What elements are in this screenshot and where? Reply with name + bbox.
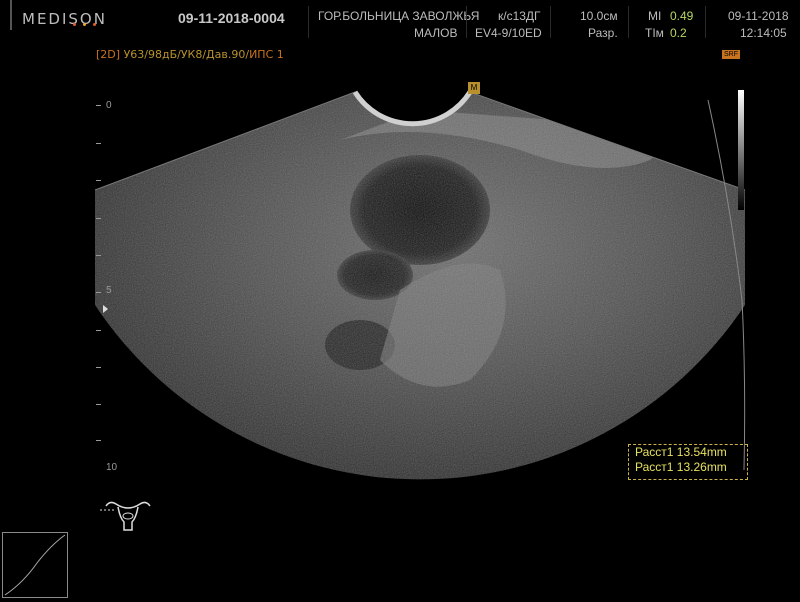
speckle-noise	[95, 92, 745, 480]
focus-depth-marker	[103, 305, 108, 313]
ruler-tick	[96, 143, 101, 144]
ruler-tick	[96, 404, 101, 405]
grayscale-bar	[738, 90, 744, 210]
ruler-tick	[96, 105, 101, 106]
ruler-label-5: 5	[106, 285, 112, 296]
ruler-tick	[96, 292, 101, 293]
depth-ruler: 0 5 10	[96, 100, 126, 480]
ruler-tick	[96, 367, 101, 368]
focus-marker: M	[468, 82, 480, 94]
ruler-tick	[96, 330, 101, 331]
uterus-icon	[100, 501, 151, 531]
measurement-box: Расст1 13.54mm Расст1 13.26mm	[628, 444, 748, 480]
ruler-tick	[96, 255, 101, 256]
gamma-curve-icon	[2, 532, 68, 598]
measurement-1: Расст1 13.54mm	[635, 445, 727, 459]
ruler-tick	[96, 440, 101, 441]
ruler-tick	[96, 180, 101, 181]
measurement-2: Расст1 13.26mm	[635, 460, 727, 474]
sector-content	[95, 92, 745, 480]
ruler-tick	[96, 218, 101, 219]
gamma-curve-graph	[4, 534, 66, 596]
ruler-label-0: 0	[106, 100, 112, 111]
ruler-label-10: 10	[106, 462, 118, 473]
